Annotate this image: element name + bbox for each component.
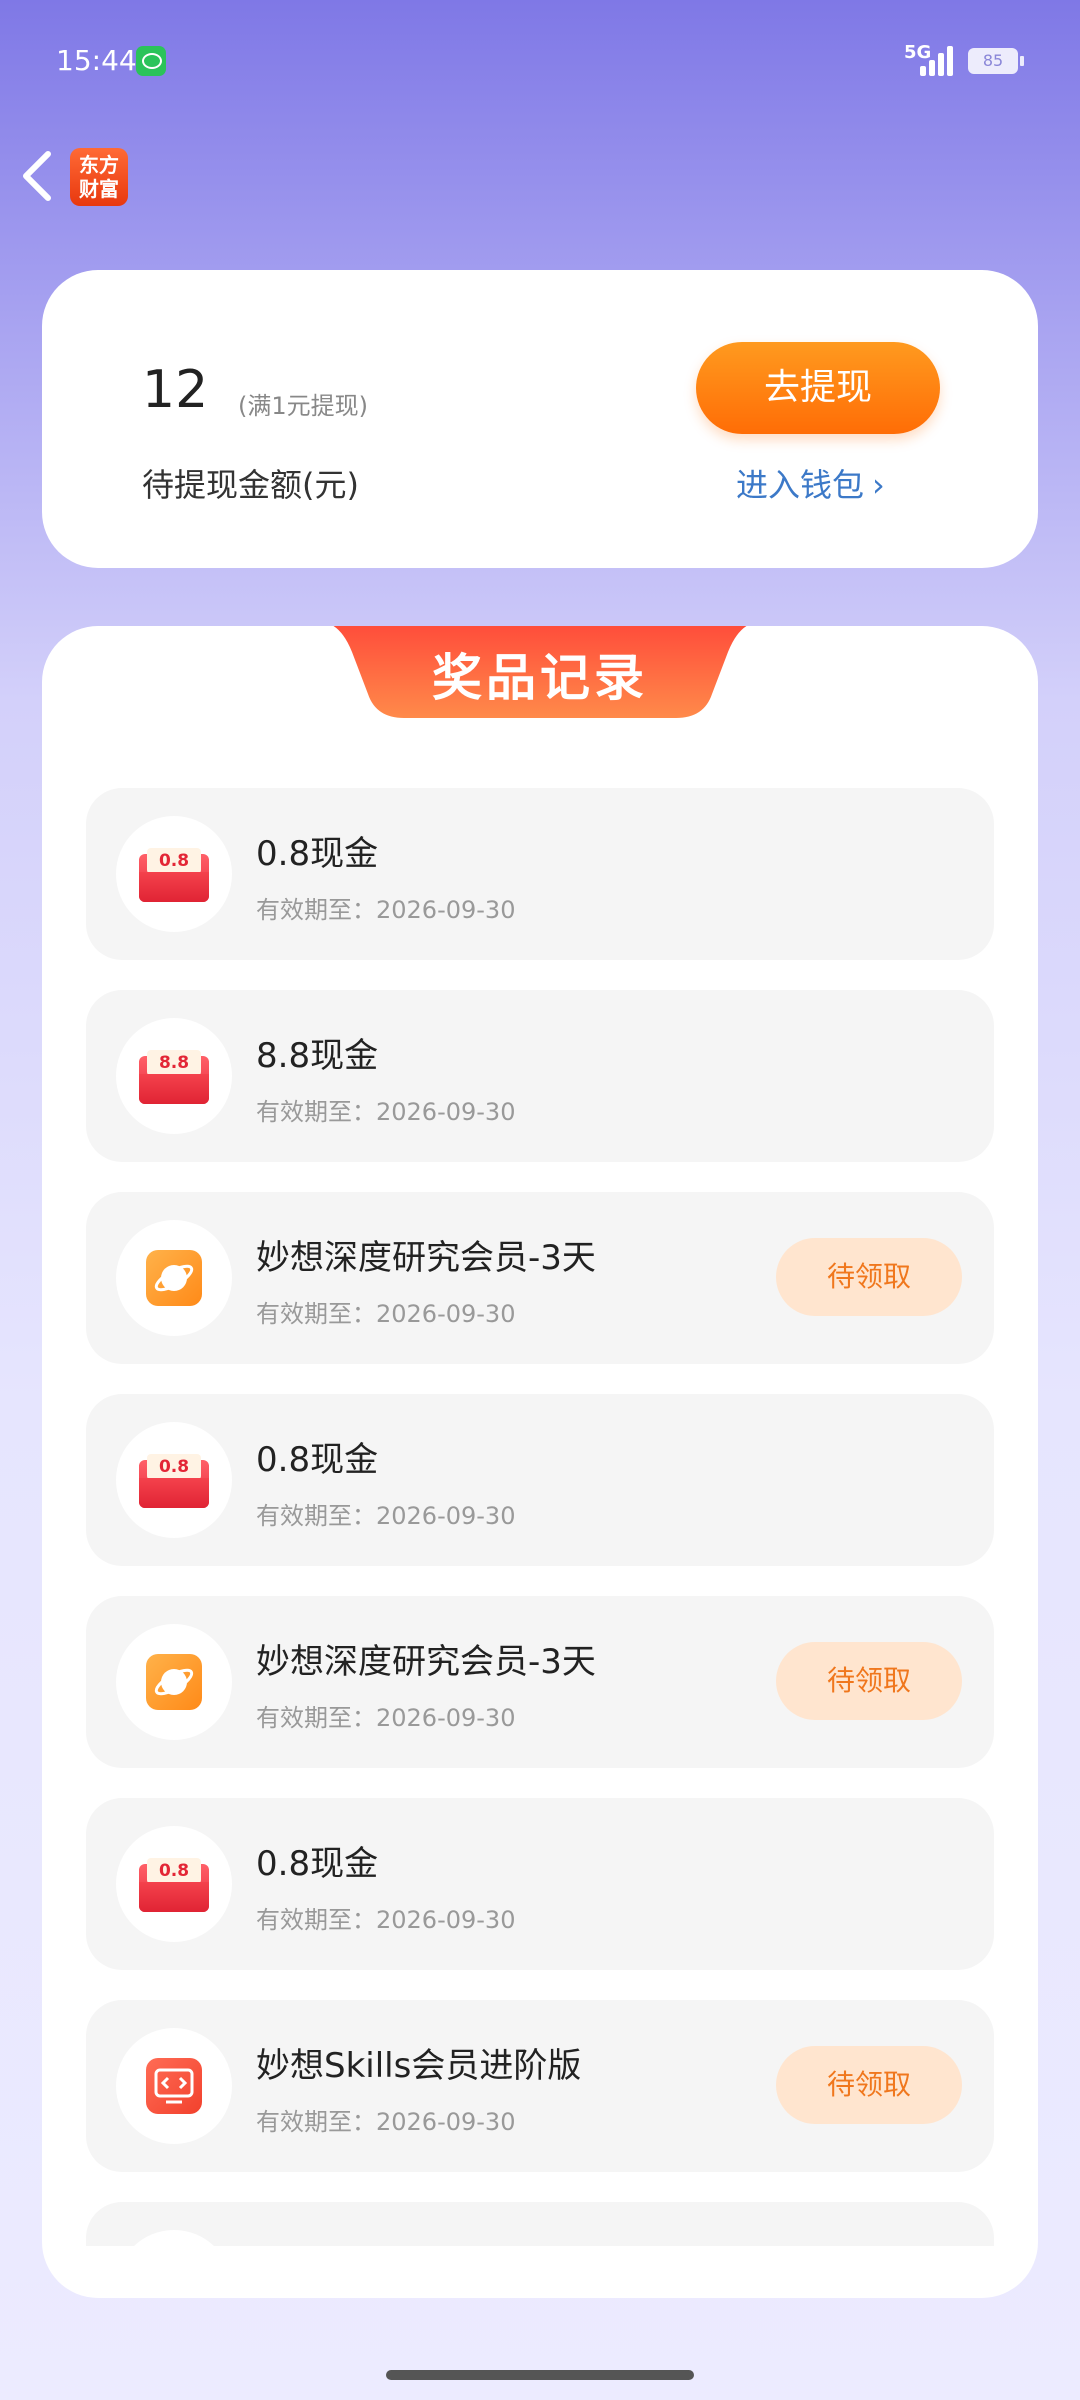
- pending-amount-label: 待提现金额(元): [142, 466, 359, 504]
- chevron-left-icon: [23, 151, 51, 201]
- prize-expiry: 有效期至：2026-09-30: [256, 1704, 516, 1732]
- withdraw-button[interactable]: 去提现: [696, 342, 940, 434]
- prize-item: 0.8 0.8现金 有效期至：2026-09-30: [86, 1394, 994, 1566]
- code-icon: [146, 2058, 202, 2114]
- prize-name: 妙想深度研究会员-3天: [256, 1642, 596, 1682]
- battery-icon: 85: [968, 48, 1024, 74]
- prize-item: 妙想深度研究会员-3天 有效期至：2026-09-30 待领取: [86, 1192, 994, 1364]
- prize-expiry: 有效期至：2026-09-30: [256, 1906, 516, 1934]
- home-indicator[interactable]: [386, 2370, 694, 2380]
- prize-name: 妙想深度研究会员-3天: [256, 1238, 596, 1278]
- chevron-right-icon: ›: [872, 466, 885, 504]
- prize-item: 0.8 0.8现金 有效期至：2026-09-30: [86, 788, 994, 960]
- prize-list: 0.8 0.8现金 有效期至：2026-09-30 8.8 8.8现金 有效期至…: [86, 788, 994, 2246]
- status-time: 15:44: [56, 44, 137, 77]
- planet-icon: [146, 1654, 202, 1710]
- prize-expiry: 有效期至：2026-09-30: [256, 896, 516, 924]
- prize-item: 8.8 8.8现金 有效期至：2026-09-30: [86, 990, 994, 1162]
- prize-expiry: 有效期至：2026-09-30: [256, 1098, 516, 1126]
- prize-icon-wrap: [116, 1220, 232, 1336]
- red-packet-icon: 0.8: [139, 1454, 209, 1508]
- prize-expiry: 有效期至：2026-09-30: [256, 1502, 516, 1530]
- records-title: 奖品记录: [432, 649, 648, 707]
- prize-name: 0.8现金: [256, 834, 379, 874]
- claim-button[interactable]: 待领取: [776, 1238, 962, 1316]
- red-packet-icon: 0.8: [139, 848, 209, 902]
- claim-button[interactable]: 待领取: [776, 2046, 962, 2124]
- prize-name: 妙想Skills会员进阶版: [256, 2046, 582, 2086]
- prize-name: 0.8现金: [256, 1440, 379, 1480]
- claim-button[interactable]: 待领取: [776, 1642, 962, 1720]
- prize-icon-wrap: [116, 2230, 232, 2246]
- withdraw-threshold-note: (满1元提现): [238, 392, 368, 420]
- prize-icon-wrap: [116, 2028, 232, 2144]
- prize-icon-wrap: 8.8: [116, 1018, 232, 1134]
- planet-icon: [146, 1250, 202, 1306]
- prize-icon-wrap: 0.8: [116, 1422, 232, 1538]
- prize-item: 妙想深度研究会员-3天 有效期至：2026-09-30 待领取: [86, 1596, 994, 1768]
- enter-wallet-link[interactable]: 进入钱包 ›: [736, 460, 885, 506]
- app-logo: 东方 财富: [70, 148, 128, 206]
- prize-name: 8.8现金: [256, 1036, 379, 1076]
- prize-icon-wrap: 0.8: [116, 1826, 232, 1942]
- pending-amount: 12: [142, 360, 209, 420]
- enter-wallet-label: 进入钱包: [736, 466, 865, 504]
- prize-records-card: 奖品记录 0.8 0.8现金 有效期至：2026-09-30 8.8 8.8现金…: [42, 626, 1038, 2298]
- prize-item: 妙想Skills会员进阶版 有效期至：2026-09-30 待领取: [86, 2000, 994, 2172]
- prize-item: 0.8 0.8现金 有效期至：2026-09-30: [86, 1798, 994, 1970]
- prize-name: 0.8现金: [256, 1844, 379, 1884]
- records-header-tab: 奖品记录: [320, 626, 760, 722]
- red-packet-icon: 8.8: [139, 1050, 209, 1104]
- wechat-icon: [136, 46, 166, 76]
- status-bar: 15:44 5G 85: [0, 0, 1080, 120]
- red-packet-icon: 0.8: [139, 1858, 209, 1912]
- prize-expiry: 有效期至：2026-09-30: [256, 1300, 516, 1328]
- prize-icon-wrap: [116, 1624, 232, 1740]
- signal-icon: [920, 44, 956, 76]
- prize-icon-wrap: 0.8: [116, 816, 232, 932]
- prize-item-partial: [86, 2202, 994, 2246]
- back-button[interactable]: [18, 148, 58, 204]
- wallet-card: 12 (满1元提现) 待提现金额(元) 去提现 进入钱包 ›: [42, 270, 1038, 568]
- prize-expiry: 有效期至：2026-09-30: [256, 2108, 516, 2136]
